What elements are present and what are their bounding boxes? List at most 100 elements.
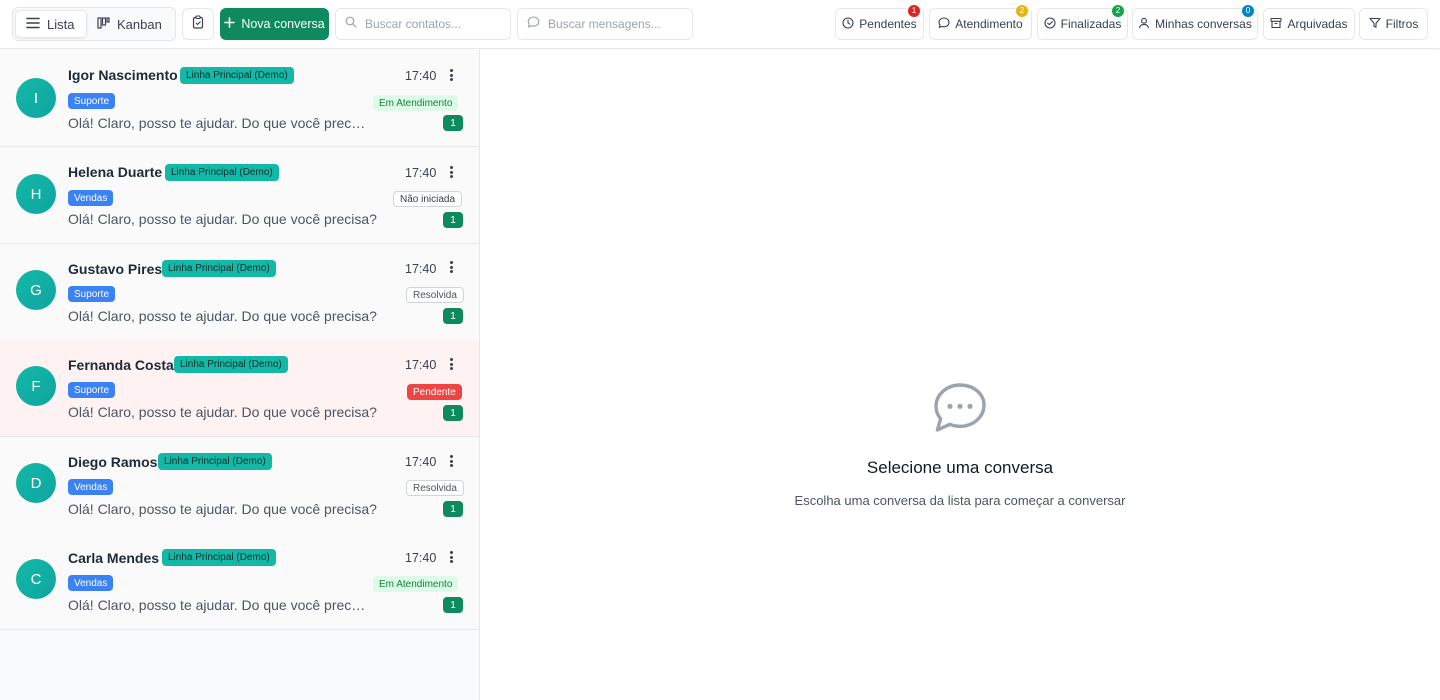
filter-filtros-button[interactable]: Filtros (1359, 8, 1428, 40)
line-tag: Linha Principal (Demo) (158, 453, 272, 470)
department-tag: Vendas (68, 479, 114, 495)
kanban-icon (97, 16, 110, 32)
conversation-item[interactable]: I Igor Nascimento Linha Principal (Demo)… (0, 50, 479, 147)
search-messages-input[interactable] (548, 17, 678, 31)
clipboard-button[interactable] (182, 8, 214, 40)
count-badge: 2 (1016, 5, 1028, 17)
line-tag: Linha Principal (Demo) (162, 260, 276, 277)
department-tag: Suporte (68, 382, 116, 398)
unread-count-badge: 1 (443, 212, 463, 228)
message-time: 17:40 (405, 262, 437, 276)
search-messages (517, 8, 693, 40)
search-contacts-input[interactable] (365, 17, 495, 31)
top-toolbar: Lista Kanban Nova conversa Buscar contat… (0, 0, 1440, 49)
funnel-icon (1369, 17, 1381, 32)
unread-count-badge: 1 (443, 308, 463, 324)
view-list-label: Lista (47, 16, 75, 32)
message-preview: Olá! Claro, posso te ajudar. Do que você… (68, 211, 377, 227)
filter-finalizadas-button[interactable]: Finalizadas 2 (1037, 5, 1128, 40)
contact-name: Igor Nascimento (68, 67, 178, 83)
avatar: G (16, 270, 56, 310)
chat-bubble-icon (938, 16, 950, 32)
unread-count-badge: 1 (443, 405, 463, 421)
message-time: 17:40 (405, 358, 437, 372)
check-circle-icon (1044, 16, 1056, 32)
department-tag: Vendas (68, 575, 114, 591)
status-badge: Não iniciada (393, 191, 463, 207)
conversation-item[interactable]: G Gustavo Pires Linha Principal (Demo) 1… (0, 244, 479, 341)
more-options-icon[interactable] (445, 549, 457, 565)
list-icon (26, 17, 40, 32)
avatar: C (16, 559, 56, 599)
status-badge: Pendente (407, 384, 462, 400)
conversation-item[interactable]: F Fernanda Costa Linha Principal (Demo) … (0, 340, 479, 437)
unread-count-badge: 1 (443, 501, 463, 517)
line-tag: Linha Principal (Demo) (165, 164, 279, 181)
filter-label: Atendimento (955, 17, 1023, 31)
message-time: 17:40 (405, 166, 437, 180)
view-kanban-button[interactable]: Kanban (87, 10, 173, 38)
search-contacts (335, 8, 511, 40)
contact-name: Gustavo Pires (68, 261, 163, 277)
filter-label: Pendentes (859, 17, 917, 31)
message-preview: Olá! Claro, posso te ajudar. Do que você… (68, 115, 366, 131)
conversation-item[interactable]: H Helena Duarte Linha Principal (Demo) 1… (0, 147, 479, 244)
filter-label: Filtros (1385, 17, 1419, 31)
empty-state-subtitle: Escolha uma conversa da lista para começ… (794, 493, 1126, 508)
conversation-item[interactable]: D Diego Ramos Linha Principal (Demo) 17:… (0, 437, 479, 534)
line-tag: Linha Principal (Demo) (162, 549, 276, 566)
view-toggle: Lista Kanban (12, 7, 176, 41)
message-preview: Olá! Claro, posso te ajudar. Do que você… (68, 404, 377, 420)
contact-name: Diego Ramos (68, 454, 158, 470)
message-time: 17:40 (405, 455, 437, 469)
more-options-icon[interactable] (445, 67, 457, 83)
new-conversation-label: Nova conversa (241, 17, 325, 31)
filter-label: Arquivadas (1287, 17, 1348, 31)
avatar: H (16, 174, 56, 214)
unread-count-badge: 1 (443, 115, 463, 131)
status-badge: Resolvida (406, 287, 464, 303)
plus-icon (224, 17, 236, 31)
conversation-item[interactable]: C Carla Mendes Linha Principal (Demo) 17… (0, 533, 479, 630)
search-icon (345, 15, 357, 33)
chat-bubble-icon (527, 15, 540, 33)
contact-name: Helena Duarte (68, 164, 163, 180)
filter-label: Minhas conversas (1155, 17, 1252, 31)
status-badge: Resolvida (406, 480, 464, 496)
more-options-icon[interactable] (445, 356, 457, 372)
status-badge: Em Atendimento (373, 576, 459, 592)
chat-bubble-dots-icon (932, 382, 988, 434)
message-preview: Olá! Claro, posso te ajudar. Do que você… (68, 308, 377, 324)
filter-arquivadas-button[interactable]: Arquivadas (1263, 8, 1355, 40)
count-badge: 1 (908, 5, 920, 17)
line-tag: Linha Principal (Demo) (180, 67, 294, 84)
view-list-button[interactable]: Lista (15, 10, 87, 38)
count-badge: 0 (1242, 5, 1254, 17)
clock-icon (842, 16, 854, 32)
clipboard-icon (191, 14, 205, 34)
contact-name: Fernanda Costa (68, 357, 174, 373)
line-tag: Linha Principal (Demo) (174, 356, 288, 373)
more-options-icon[interactable] (445, 164, 457, 180)
archive-icon (1270, 17, 1283, 32)
filter-atendimento-button[interactable]: Atendimento 2 (929, 5, 1032, 40)
filter-minhas-conversas-button[interactable]: Minhas conversas 0 (1132, 5, 1258, 40)
department-tag: Vendas (68, 190, 114, 206)
message-time: 17:40 (405, 69, 437, 83)
contact-name: Carla Mendes (68, 550, 160, 566)
more-options-icon[interactable] (445, 453, 457, 469)
message-time: 17:40 (405, 551, 437, 565)
empty-state-title: Selecione uma conversa (866, 458, 1054, 477)
new-conversation-button[interactable]: Nova conversa (220, 8, 329, 40)
avatar: F (16, 366, 56, 406)
message-preview: Olá! Claro, posso te ajudar. Do que você… (68, 501, 377, 517)
avatar: I (16, 78, 56, 118)
filter-pendentes-button[interactable]: Pendentes 1 (835, 5, 924, 40)
user-icon (1138, 17, 1150, 32)
view-kanban-label: Kanban (117, 16, 162, 32)
more-options-icon[interactable] (445, 259, 457, 275)
status-badge: Em Atendimento (373, 95, 459, 111)
unread-count-badge: 1 (443, 597, 463, 613)
department-tag: Suporte (68, 93, 116, 109)
message-preview: Olá! Claro, posso te ajudar. Do que você… (68, 597, 366, 613)
